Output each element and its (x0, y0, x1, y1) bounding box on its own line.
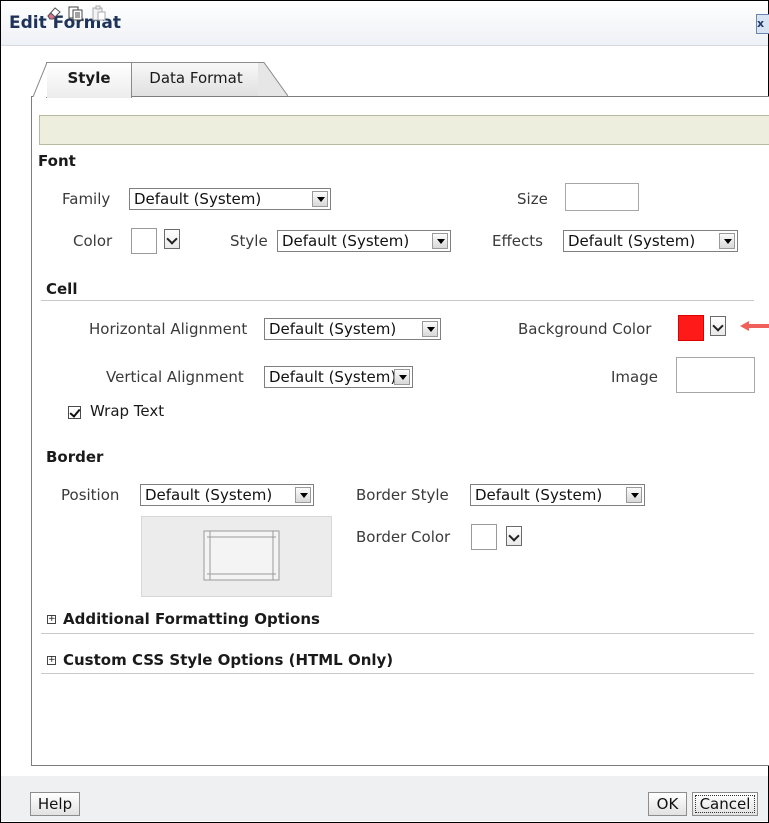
image-input[interactable] (676, 357, 755, 393)
border-style-value: Default (System) (475, 486, 603, 504)
font-section-heading: Font (38, 152, 76, 170)
horizontal-alignment-select[interactable]: Default (System) (264, 318, 441, 340)
cancel-button[interactable]: Cancel (692, 792, 758, 816)
chevron-down-icon[interactable] (295, 487, 311, 503)
tab-data-format-edge (258, 62, 288, 96)
annotation-arrow-icon (740, 321, 769, 331)
tab-style[interactable]: Style (46, 62, 132, 98)
background-color-label: Background Color (518, 320, 652, 338)
vertical-alignment-select[interactable]: Default (System) (264, 366, 413, 388)
font-size-label: Size (517, 190, 548, 208)
eraser-icon[interactable] (46, 5, 62, 21)
border-position-value: Default (System) (145, 486, 273, 504)
section-divider (41, 633, 754, 634)
border-preview[interactable] (141, 516, 332, 597)
ok-button[interactable]: OK (648, 792, 687, 816)
horizontal-alignment-value: Default (System) (269, 320, 397, 338)
chevron-down-icon[interactable] (432, 233, 448, 249)
border-style-label: Border Style (356, 486, 449, 504)
font-effects-select[interactable]: Default (System) (563, 230, 738, 252)
background-color-swatch[interactable] (678, 315, 704, 341)
wrap-text-label: Wrap Text (90, 402, 165, 420)
border-preview-icon (203, 530, 280, 581)
expand-icon[interactable] (47, 615, 56, 624)
vertical-alignment-label: Vertical Alignment (106, 368, 244, 386)
border-position-label: Position (61, 486, 120, 504)
paste-icon[interactable] (91, 5, 107, 21)
border-color-label: Border Color (356, 528, 451, 546)
custom-css-expander[interactable]: Custom CSS Style Options (HTML Only) (63, 651, 393, 669)
font-color-swatch[interactable] (131, 228, 157, 254)
cell-section-heading: Cell (46, 280, 78, 298)
font-style-select[interactable]: Default (System) (277, 230, 451, 252)
tab-data-format[interactable]: Data Format (130, 62, 262, 96)
border-position-select[interactable]: Default (System) (140, 484, 314, 506)
font-family-select[interactable]: Default (System) (129, 188, 331, 210)
border-color-swatch[interactable] (471, 524, 497, 550)
tab-style-edge (33, 62, 47, 97)
font-effects-value: Default (System) (568, 232, 696, 250)
chevron-down-icon[interactable] (719, 233, 735, 249)
section-divider (41, 673, 754, 674)
section-divider (41, 300, 754, 301)
chevron-down-icon[interactable] (626, 487, 642, 503)
vertical-alignment-value: Default (System) (269, 368, 397, 386)
copy-icon[interactable] (68, 5, 84, 21)
format-toolbar (39, 115, 769, 145)
expand-icon[interactable] (47, 656, 56, 665)
font-style-label: Style (230, 232, 268, 250)
border-section-heading: Border (46, 448, 104, 466)
chevron-down-icon[interactable] (422, 321, 438, 337)
image-label: Image (611, 368, 658, 386)
background-color-dropdown[interactable] (710, 316, 726, 336)
chevron-down-icon[interactable] (312, 191, 328, 207)
additional-formatting-expander[interactable]: Additional Formatting Options (63, 610, 320, 628)
font-color-label: Color (73, 232, 113, 250)
horizontal-alignment-label: Horizontal Alignment (89, 320, 248, 338)
chevron-down-icon[interactable] (394, 369, 410, 385)
font-family-value: Default (System) (134, 190, 262, 208)
border-style-select[interactable]: Default (System) (470, 484, 645, 506)
font-style-value: Default (System) (282, 232, 410, 250)
font-family-label: Family (62, 190, 111, 208)
close-icon[interactable]: x (756, 14, 769, 34)
font-effects-label: Effects (492, 232, 543, 250)
border-color-dropdown[interactable] (506, 526, 522, 546)
font-size-input[interactable] (565, 183, 639, 211)
wrap-text-checkbox[interactable] (68, 406, 81, 419)
help-button[interactable]: Help (30, 792, 80, 816)
font-color-dropdown[interactable] (164, 229, 180, 249)
